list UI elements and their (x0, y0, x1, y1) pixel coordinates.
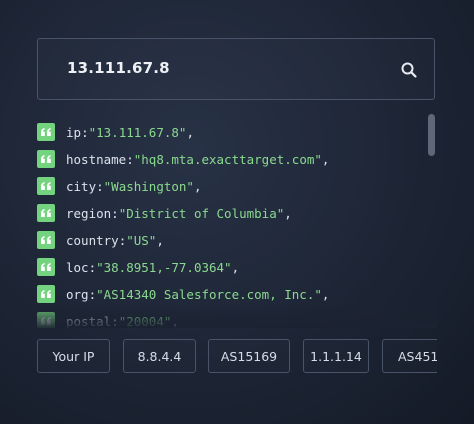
quick-lookup-chips: Your IP 8.8.4.4 AS15169 1.1.1.14 AS4519 (37, 339, 437, 375)
search-input[interactable]: 13.111.67.8 (67, 59, 170, 77)
result-key: loc (66, 259, 89, 275)
chip-1-1-1-14[interactable]: 1.1.1.14 (303, 339, 369, 373)
quote-icon (37, 204, 55, 222)
result-value: "Washington" (103, 178, 194, 194)
result-row-org: org: "AS14340 Salesforce.com, Inc.", (37, 284, 329, 304)
quote-icon (37, 150, 55, 168)
result-value: "38.8951,-77.0364" (96, 259, 232, 275)
result-row-ip: ip: "13.111.67.8", (37, 122, 194, 142)
chip-as15169[interactable]: AS15169 (208, 339, 290, 373)
result-key: city (66, 178, 97, 194)
result-key: region (66, 205, 112, 221)
quote-icon (37, 312, 55, 328)
result-row-postal: postal: "20004", (37, 311, 179, 328)
quote-icon (37, 285, 55, 303)
result-value: "hq8.mta.exacttarget.com" (133, 151, 322, 167)
result-key: hostname (66, 151, 127, 167)
result-key: ip (66, 124, 82, 140)
result-key: country (66, 232, 119, 248)
result-row-country: country: "US", (37, 230, 164, 250)
result-key: org (66, 286, 89, 302)
result-value: "AS14340 Salesforce.com, Inc." (96, 286, 322, 302)
result-panel: ip: "13.111.67.8", hostname: "hq8.mta.exac… (37, 112, 437, 328)
result-row-loc: loc: "38.8951,-77.0364", (37, 257, 239, 277)
quote-icon (37, 177, 55, 195)
chip-8-8-4-4[interactable]: 8.8.4.4 (123, 339, 196, 373)
result-value: "13.111.67.8" (88, 124, 187, 140)
chip-your-ip[interactable]: Your IP (37, 339, 110, 373)
result-value: "District of Columbia" (118, 205, 285, 221)
chip-as4519[interactable]: AS4519 (382, 339, 437, 373)
result-scrollbar[interactable] (428, 114, 435, 156)
search-icon[interactable] (400, 61, 418, 79)
result-value: "US" (126, 232, 157, 248)
quote-icon (37, 258, 55, 276)
quote-icon (37, 123, 55, 141)
search-box[interactable]: 13.111.67.8 (37, 38, 435, 100)
result-row-region: region: "District of Columbia", (37, 203, 292, 223)
result-row-city: city: "Washington", (37, 176, 201, 196)
quote-icon (37, 231, 55, 249)
result-row-hostname: hostname: "hq8.mta.exacttarget.com", (37, 149, 329, 169)
result-key: postal (66, 313, 112, 329)
result-value: "20004" (118, 313, 172, 329)
